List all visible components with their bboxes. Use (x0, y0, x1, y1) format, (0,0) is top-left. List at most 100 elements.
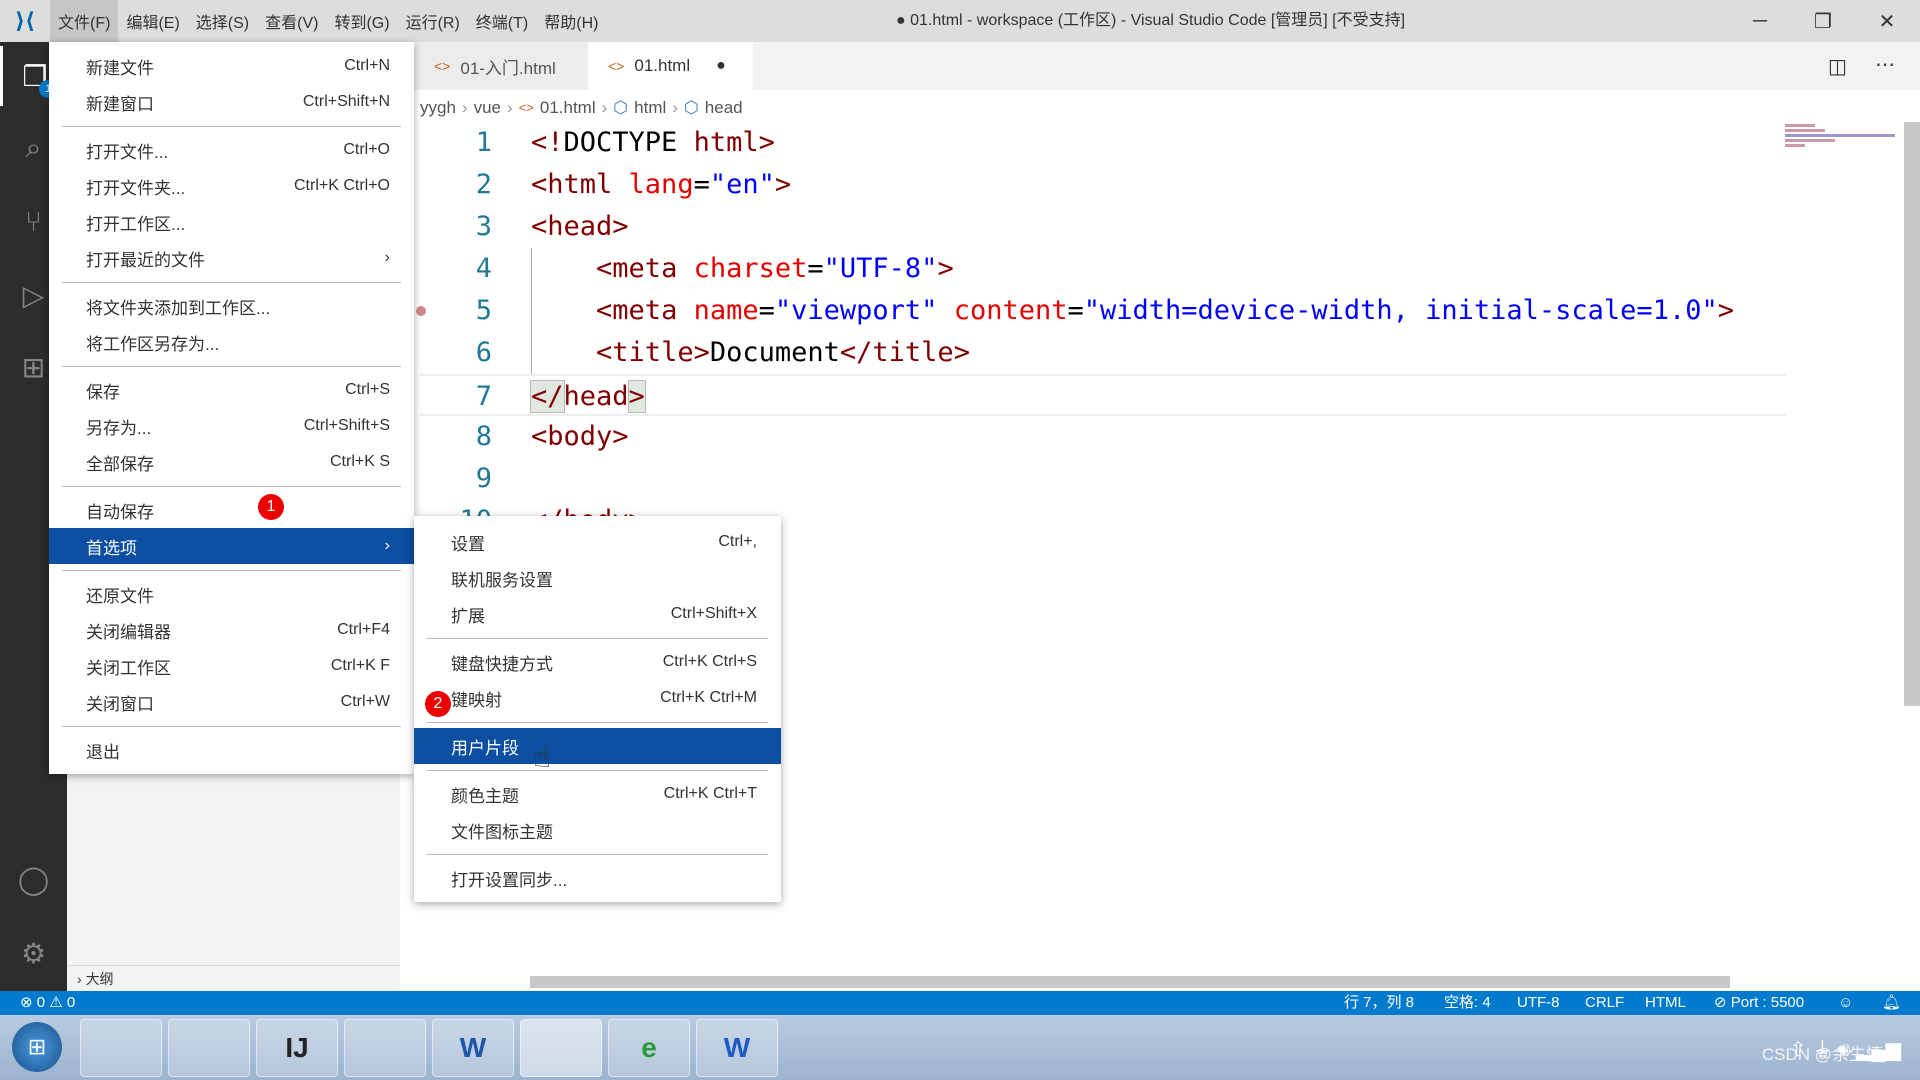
menu-item[interactable]: 用户片段 (414, 728, 781, 764)
vertical-scrollbar[interactable] (1904, 122, 1920, 706)
menu-item-label: 颜色主题 (451, 786, 519, 806)
code-editor[interactable]: 1 <!DOCTYPE html> 2 <html lang="en"> 3 <head>… (420, 122, 1786, 542)
watermark: CSDN @余生情晨 (1761, 1045, 1900, 1064)
menu-item[interactable]: 扩展 Ctrl+Shift+X (414, 596, 781, 632)
horizontal-scrollbar[interactable] (530, 976, 1730, 988)
code-line: 9 (420, 458, 1786, 500)
menu-item[interactable]: 保存 Ctrl+S (49, 372, 414, 408)
account-icon[interactable]: ◯ (0, 849, 67, 909)
notifications-bell-icon[interactable]: 🔔︎ (1882, 991, 1901, 1015)
menu-7[interactable]: 帮助(H) (536, 0, 606, 42)
unsaved-dot-icon[interactable]: ● (716, 57, 726, 75)
tab-01-html[interactable]: <> 01.html ● (588, 42, 753, 90)
line-number: 4 (475, 253, 492, 284)
menu-item[interactable]: 文件图标主题 (414, 812, 781, 848)
live-server-port[interactable]: ⊘ Port : 5500 (1714, 991, 1804, 1015)
menu-item[interactable]: 新建文件 Ctrl+N (49, 48, 414, 84)
tab-label: 01-入门.html (460, 58, 556, 78)
window-title: ● 01.html - workspace (工作区) - Visual Stu… (896, 12, 1406, 29)
menu-item[interactable]: 打开最近的文件 › (49, 240, 414, 276)
line-ending[interactable]: CRLF (1585, 991, 1624, 1015)
menu-item[interactable]: 关闭工作区 Ctrl+K F (49, 648, 414, 684)
breadcrumb-item[interactable]: 01.html (540, 98, 596, 118)
menu-item[interactable]: 退出 (49, 732, 414, 768)
menu-item[interactable]: 关闭编辑器 Ctrl+F4 (49, 612, 414, 648)
file-explorer-icon[interactable] (168, 1019, 250, 1077)
paint-icon[interactable] (344, 1019, 426, 1077)
menu-item[interactable]: 还原文件 (49, 576, 414, 612)
code-token: < (531, 211, 548, 242)
menu-item[interactable]: 新建窗口 Ctrl+Shift+N (49, 84, 414, 120)
windows-start-icon[interactable]: ⊞ (12, 1022, 62, 1072)
menu-item[interactable]: 键映射 Ctrl+K Ctrl+M (414, 680, 781, 716)
menu-item[interactable]: 联机服务设置 (414, 560, 781, 596)
code-token: > (1717, 295, 1734, 326)
menu-item[interactable]: 打开文件夹... Ctrl+K Ctrl+O (49, 168, 414, 204)
minimap[interactable] (1785, 122, 1905, 162)
menu-item[interactable]: 将文件夹添加到工作区... (49, 288, 414, 324)
menu-separator (414, 716, 781, 728)
menu-item[interactable]: 关闭窗口 Ctrl+W (49, 684, 414, 720)
minimize-button[interactable]: ─ (1730, 0, 1790, 42)
word-icon[interactable]: W (696, 1019, 778, 1077)
gear-icon[interactable]: ⚙ (0, 923, 67, 983)
problems-indicator[interactable]: ⊗ 0 ⚠ 0 (20, 991, 75, 1015)
dolphin-icon[interactable] (80, 1019, 162, 1077)
code-token: html (693, 127, 759, 158)
menu-item-shortcut: Ctrl+Shift+X (670, 605, 757, 622)
vscode-logo-icon: ⟩⟨ (14, 8, 36, 33)
close-button[interactable]: ✕ (1857, 0, 1917, 42)
symbol-icon: ⬡ (613, 97, 629, 117)
menu-separator (414, 764, 781, 776)
code-token: > (627, 380, 646, 413)
menu-6[interactable]: 终端(T) (468, 0, 536, 42)
menu-1[interactable]: 编辑(E) (118, 0, 187, 42)
breadcrumb-item[interactable]: html (634, 98, 666, 118)
feedback-icon[interactable]: ☺ (1838, 991, 1853, 1015)
menu-item[interactable]: 打开设置同步... (414, 860, 781, 896)
vscode-icon[interactable] (520, 1019, 602, 1077)
menu-4[interactable]: 转到(G) (326, 0, 397, 42)
breadcrumb-item[interactable]: yygh (420, 98, 456, 118)
menu-item[interactable]: 设置 Ctrl+, (414, 524, 781, 560)
menu-item[interactable]: 打开文件... Ctrl+O (49, 132, 414, 168)
browser-icon[interactable]: e (608, 1019, 690, 1077)
chevron-right-icon: › (384, 249, 390, 266)
line-number: 3 (475, 211, 492, 242)
restore-button[interactable]: ❐ (1793, 0, 1853, 42)
menu-3[interactable]: 查看(V) (257, 0, 326, 42)
outline-label: 大纲 (85, 971, 114, 987)
menu-item[interactable]: 全部保存 Ctrl+K S (49, 444, 414, 480)
taskbar: ⊞ IJ We W ⇧ ⏚ 🔊︎ ▂▄▆ (0, 1015, 1920, 1080)
breadcrumb-item[interactable]: head (705, 98, 743, 118)
menu-item[interactable]: 将工作区另存为... (49, 324, 414, 360)
menu-0[interactable]: 文件(F) (50, 0, 119, 42)
menu-item[interactable]: 首选项 › (49, 528, 414, 564)
menu-5[interactable]: 运行(R) (398, 0, 468, 42)
tab-01-intro[interactable]: <> 01-入门.html (414, 42, 588, 90)
menu-2[interactable]: 选择(S) (188, 0, 257, 42)
menu-item[interactable]: 颜色主题 Ctrl+K Ctrl+T (414, 776, 781, 812)
menu-item[interactable]: 打开工作区... (49, 204, 414, 240)
encoding[interactable]: UTF-8 (1517, 991, 1560, 1015)
code-line: 2 <html lang="en"> (420, 164, 1786, 206)
breakpoint-hint-icon[interactable] (416, 306, 426, 316)
menu-item[interactable]: 键盘快捷方式 Ctrl+K Ctrl+S (414, 644, 781, 680)
word-doc-icon[interactable]: W (432, 1019, 514, 1077)
cursor-position[interactable]: 行 7，列 8 (1344, 991, 1414, 1015)
line-number: 6 (475, 337, 492, 368)
menu-item-shortcut: Ctrl+K Ctrl+O (293, 177, 390, 194)
more-actions-icon[interactable]: ⋯ (1875, 52, 1895, 77)
menu-item[interactable]: 自动保存 (49, 492, 414, 528)
menu-item[interactable]: 另存为... Ctrl+Shift+S (49, 408, 414, 444)
split-editor-icon[interactable]: ◫ (1828, 54, 1847, 79)
intellij-icon[interactable]: IJ (256, 1019, 338, 1077)
tab-label: 01.html (634, 56, 691, 75)
breadcrumb-item[interactable]: vue (474, 98, 501, 118)
language-mode[interactable]: HTML (1645, 991, 1686, 1015)
outline-section[interactable]: › 大纲 (67, 965, 400, 991)
menu-item-label: 全部保存 (86, 454, 154, 474)
indentation[interactable]: 空格: 4 (1444, 991, 1491, 1015)
